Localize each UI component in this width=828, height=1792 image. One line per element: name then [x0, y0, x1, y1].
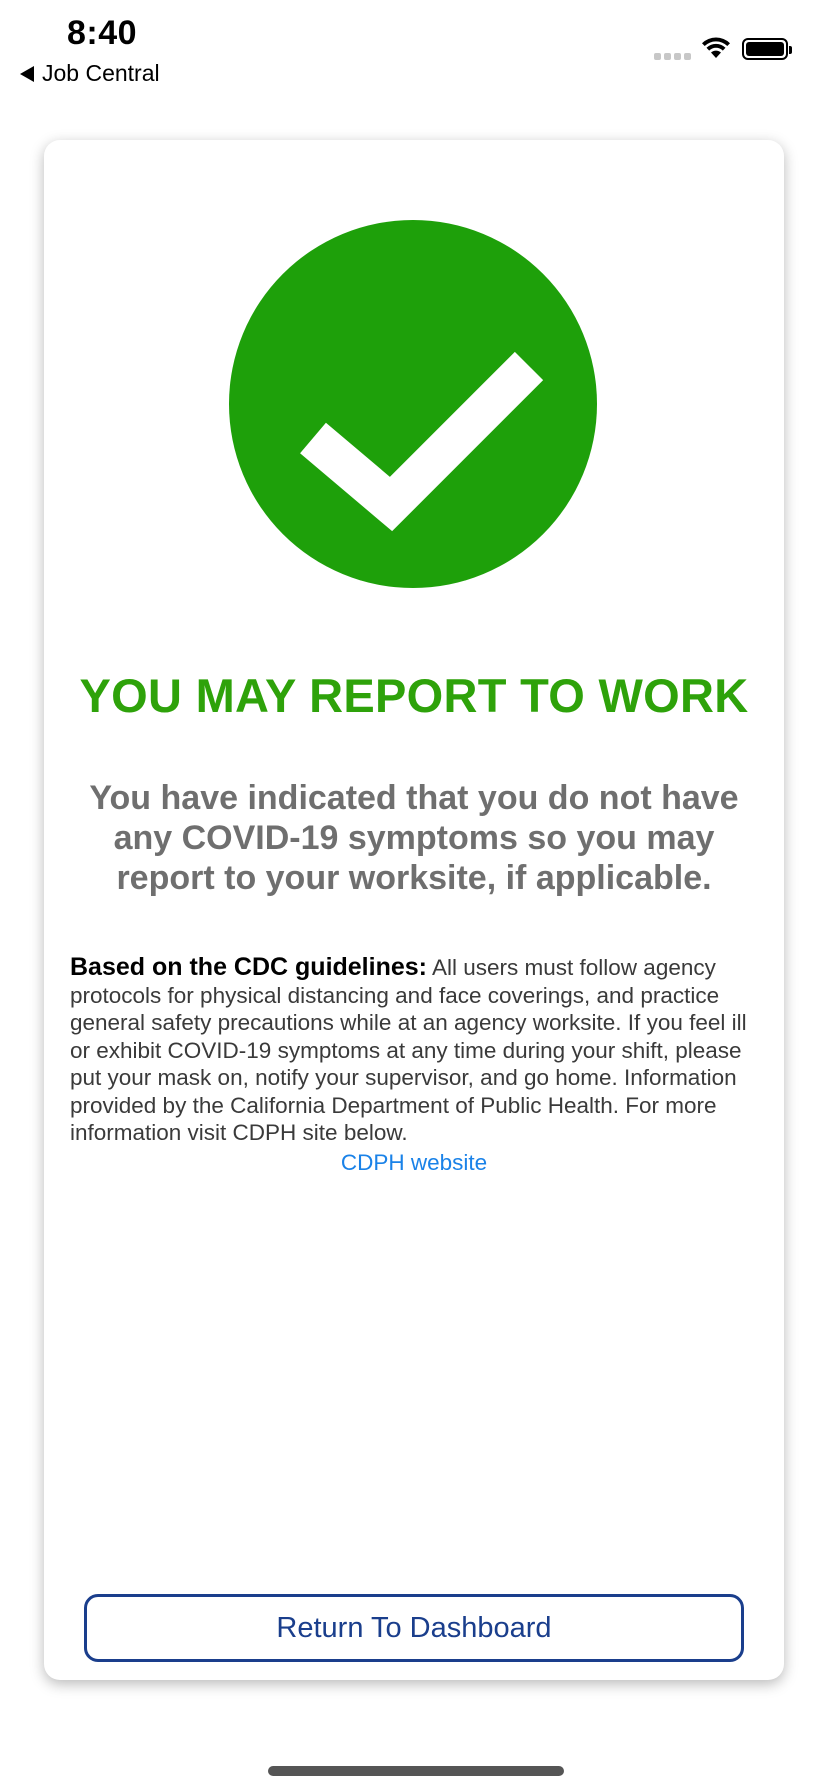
guidelines-title: Based on the CDC guidelines: [70, 953, 427, 981]
wifi-icon [702, 37, 730, 58]
cdc-guidelines-text: Based on the CDC guidelines: All users m… [70, 953, 760, 1147]
status-card: YOU MAY REPORT TO WORK You have indicate… [44, 140, 784, 1680]
return-to-dashboard-button[interactable]: Return To Dashboard [84, 1594, 744, 1662]
status-time: 8:40 [67, 14, 138, 52]
report-status-headline: YOU MAY REPORT TO WORK [79, 669, 749, 722]
back-to-job-central-link[interactable]: Job Central [20, 60, 160, 87]
signal-icon [654, 53, 691, 60]
back-link-label: Job Central [42, 60, 160, 86]
home-indicator[interactable] [268, 1766, 564, 1776]
checkmark-circle-icon [229, 220, 597, 588]
battery-icon [742, 38, 792, 60]
back-arrow-icon [20, 65, 34, 82]
guidelines-body: All users must follow agency protocols f… [70, 955, 747, 1145]
cdph-website-link[interactable]: CDPH website [44, 1150, 784, 1176]
symptom-status-message: You have indicated that you do not have … [89, 779, 739, 897]
